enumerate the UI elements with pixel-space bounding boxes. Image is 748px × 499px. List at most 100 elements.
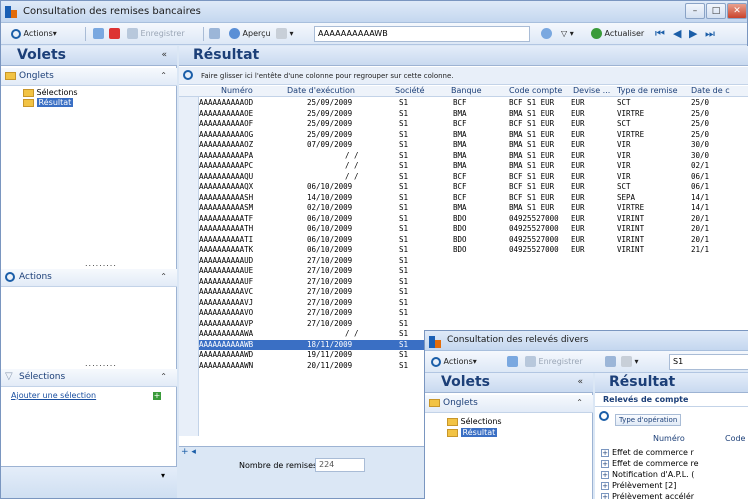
table-row[interactable]: AAAAAAAAAAUF 27/10/2009 S1 — [199, 277, 748, 288]
operation-item[interactable]: + Notification d'A.P.L. ( — [601, 469, 748, 480]
refresh-small-button[interactable] — [209, 26, 220, 42]
table-row[interactable]: AAAAAAAAAAPA / / S1 BMA BMA S1 EUR EUR VIR 30/0 — [199, 151, 748, 162]
print-button-2[interactable]: ▾ — [621, 354, 639, 370]
table-cell: VIRINT — [617, 245, 645, 254]
collapse-volets-button-2[interactable]: « — [577, 377, 583, 387]
table-row[interactable]: AAAAAAAAAAUD 27/10/2009 S1 — [199, 256, 748, 267]
col-devise[interactable]: Devise ... — [573, 86, 610, 95]
column-header-row: Numéro Date d'exécution Société Banque C… — [179, 86, 748, 97]
minimize-button[interactable]: – — [685, 3, 705, 19]
table-row[interactable]: AAAAAAAAAATK 06/10/2009 S1 BDO 04925527000 EU… — [199, 245, 748, 256]
col-code-2[interactable]: Code — [725, 434, 745, 443]
table-row[interactable]: AAAAAAAAAAOG 25/09/2009 S1 BMA BMA S1 EUR EUR… — [199, 130, 748, 141]
table-row[interactable]: AAAAAAAAAAVP 27/10/2009 S1 — [199, 319, 748, 330]
col-banque[interactable]: Banque — [451, 86, 482, 95]
table-row[interactable]: AAAAAAAAAAPC / / S1 BMA BMA S1 EUR EUR VIR 02/1 — [199, 161, 748, 172]
table-row[interactable]: AAAAAAAAAATF 06/10/2009 S1 BDO 04925527000 EU… — [199, 214, 748, 225]
tree-item-resultat[interactable]: Résultat — [23, 98, 74, 107]
prev-record-button[interactable]: ◀ — [673, 26, 681, 42]
table-cell: S1 — [399, 203, 409, 212]
col-societe[interactable]: Société — [395, 86, 425, 95]
table-row[interactable]: AAAAAAAAAAOF 25/09/2009 S1 BCF BCF S1 EUR EUR… — [199, 119, 748, 130]
operation-item[interactable]: + Prélèvement [2] — [601, 480, 748, 491]
view-button-2[interactable] — [507, 354, 518, 370]
table-row[interactable]: AAAAAAAAAAUE 27/10/2009 S1 — [199, 266, 748, 277]
col-numero[interactable]: Numéro — [221, 86, 253, 95]
table-cell: AAAAAAAAAAOG — [199, 129, 254, 139]
actions-icon — [5, 272, 15, 282]
selections-section[interactable]: ▽ Sélections ⌃ — [1, 369, 177, 387]
type-operation-button[interactable]: Type d'opération — [615, 414, 682, 426]
close-button[interactable]: ✕ — [727, 3, 747, 19]
table-cell: BCF S1 EUR — [509, 171, 555, 181]
refresh-small-button-2[interactable] — [605, 354, 616, 370]
table-row[interactable]: AAAAAAAAAAVC 27/10/2009 S1 — [199, 287, 748, 298]
tree-item-selections[interactable]: Sélections — [23, 88, 78, 97]
table-cell: BDO — [453, 213, 467, 223]
table-row[interactable]: AAAAAAAAAASM 02/10/2009 S1 BMA BMA S1 EUR EUR… — [199, 203, 748, 214]
actions-section[interactable]: Actions ⌃ — [1, 269, 177, 287]
expand-icon[interactable]: + — [601, 493, 609, 499]
table-row[interactable]: AAAAAAAAAASH 14/10/2009 S1 BCF BCF S1 EUR EUR… — [199, 193, 748, 204]
table-cell: S1 — [399, 192, 409, 202]
expand-icon[interactable]: + — [601, 482, 609, 490]
col-date-c[interactable]: Date de c — [691, 86, 730, 95]
add-selection-link[interactable]: Ajouter une sélection — [11, 391, 96, 400]
collapse-volets-button[interactable]: « — [161, 50, 167, 60]
collapse-selections-icon[interactable]: ⌃ — [160, 372, 167, 381]
next-record-button[interactable]: ▶ — [689, 26, 697, 42]
operation-item[interactable]: + Effet de commerce re — [601, 458, 748, 469]
search-input-2[interactable]: S1 — [669, 354, 748, 370]
col-type-remise[interactable]: Type de remise — [617, 86, 678, 95]
splitter-grip[interactable]: ......... — [85, 259, 117, 268]
col-code-compte[interactable]: Code compte — [509, 86, 562, 95]
table-cell: / / — [345, 329, 359, 338]
onglets-section[interactable]: Onglets ⌃ — [1, 68, 177, 86]
refresh-button[interactable]: Actualiser — [591, 26, 644, 42]
table-row[interactable]: AAAAAAAAAAOE 25/09/2009 S1 BMA BMA S1 EUR EUR… — [199, 109, 748, 120]
table-row[interactable]: AAAAAAAAAATI 06/10/2009 S1 BDO 04925527000 EU… — [199, 235, 748, 246]
filter-button[interactable]: ▽ ▾ — [561, 26, 574, 42]
preview-button[interactable]: Aperçu — [229, 26, 271, 42]
save-button[interactable]: Enregistrer — [127, 26, 185, 42]
add-icon[interactable]: + — [153, 392, 161, 400]
tree-item-resultat-2[interactable]: Résultat — [447, 428, 498, 437]
splitter-grip[interactable]: ......... — [85, 359, 117, 368]
save-button-2[interactable]: Enregistrer — [525, 354, 583, 370]
view-button[interactable] — [93, 26, 104, 42]
expand-icon[interactable]: ▾ — [161, 471, 165, 480]
operation-item[interactable]: + Prélèvement accélér — [601, 491, 748, 499]
expand-icon[interactable]: + — [601, 471, 609, 479]
search-button[interactable] — [541, 26, 552, 42]
maximize-button[interactable]: □ — [706, 3, 726, 19]
actions-menu-2[interactable]: Actions▾ — [431, 354, 477, 370]
table-row[interactable]: AAAAAAAAAAQU / / S1 BCF BCF S1 EUR EUR VIR 06/1 — [199, 172, 748, 183]
expand-icon[interactable]: + — [601, 460, 609, 468]
table-row[interactable]: AAAAAAAAAAOD 25/09/2009 S1 BCF BCF S1 EUR EUR… — [199, 98, 748, 109]
table-cell: S1 — [399, 255, 409, 265]
delete-button[interactable] — [109, 26, 120, 42]
print-button[interactable]: ▾ — [276, 26, 294, 42]
collapse-onglets-icon[interactable]: ⌃ — [160, 71, 167, 80]
table-row[interactable]: AAAAAAAAAAQX 06/10/2009 S1 BCF BCF S1 EUR EUR… — [199, 182, 748, 193]
table-row[interactable]: AAAAAAAAAATH 06/10/2009 S1 BDO 04925527000 EU… — [199, 224, 748, 235]
col-numero-2[interactable]: Numéro — [653, 434, 685, 443]
search-input[interactable]: AAAAAAAAAAWB — [314, 26, 530, 42]
col-date-execution[interactable]: Date d'exécution — [287, 86, 355, 95]
table-cell: S1 — [399, 140, 409, 149]
last-record-button[interactable]: ⏭ — [705, 26, 715, 42]
table-row[interactable]: AAAAAAAAAAOZ 07/09/2009 S1 BMA BMA S1 EUR EUR… — [199, 140, 748, 151]
expand-icon[interactable]: + — [601, 449, 609, 457]
tree-item-selections-2[interactable]: Sélections — [447, 417, 502, 426]
table-row[interactable]: AAAAAAAAAAVJ 27/10/2009 S1 — [199, 298, 748, 309]
onglets-section-2[interactable]: Onglets ⌃ — [425, 395, 593, 413]
table-row[interactable]: AAAAAAAAAAVO 27/10/2009 S1 — [199, 308, 748, 319]
operation-item[interactable]: + Effet de commerce r — [601, 447, 748, 458]
first-record-button[interactable]: ⏮ — [655, 26, 665, 42]
table-cell: 20/11/2009 — [307, 360, 353, 370]
actions-menu[interactable]: Actions▾ — [11, 26, 57, 42]
scroll-left-icon[interactable]: + ◂ — [181, 447, 196, 457]
group-by-area[interactable]: Faire glisser ici l'entête d'une colonne… — [179, 67, 748, 85]
collapse-onglets-icon-2[interactable]: ⌃ — [576, 398, 583, 407]
collapse-actions-icon[interactable]: ⌃ — [160, 272, 167, 281]
